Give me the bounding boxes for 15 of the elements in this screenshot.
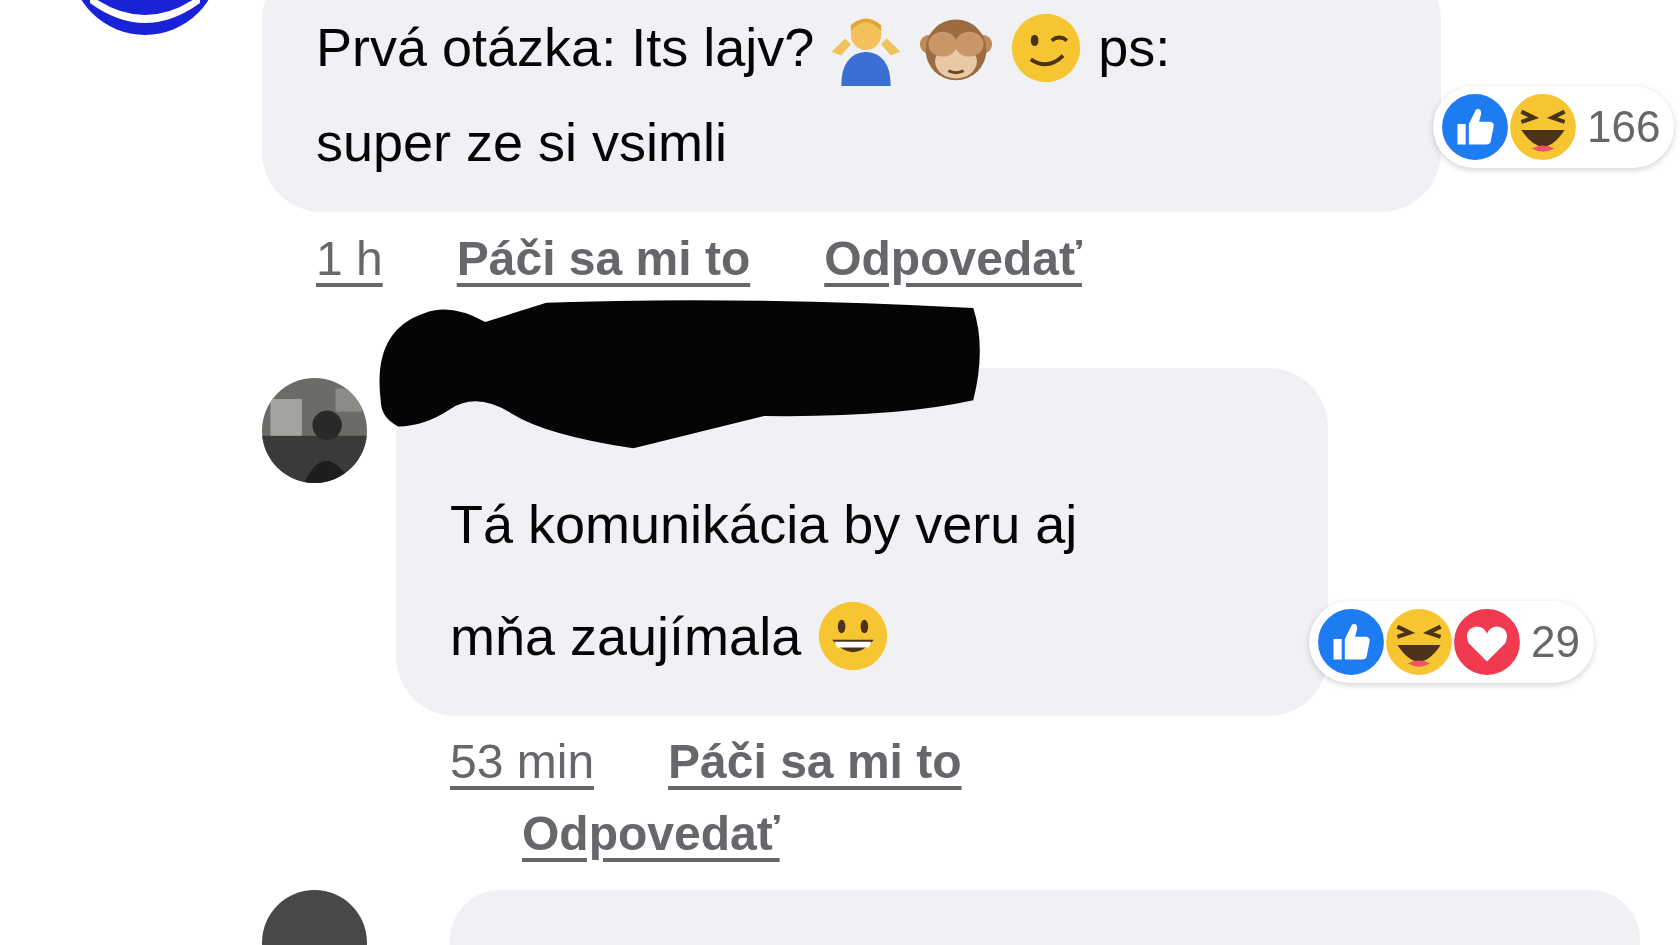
reaction-count: 166: [1587, 102, 1661, 152]
reply-link[interactable]: Odpovedať: [522, 798, 780, 870]
comment-text: Prvá otázka: Its lajv?: [316, 16, 815, 79]
comment-text: super ze si vsimli: [316, 111, 728, 174]
comment-text: Tá komunikácia by veru aj: [450, 493, 1078, 556]
like-link[interactable]: Páči sa mi to: [668, 726, 962, 798]
reply-link[interactable]: Odpovedať: [824, 228, 1082, 290]
timestamp-link[interactable]: 1 h: [316, 228, 383, 290]
like-link[interactable]: Páči sa mi to: [456, 228, 751, 290]
timestamp-link[interactable]: 53 min: [450, 726, 595, 798]
reaction-count: 29: [1531, 617, 1580, 667]
reaction-badge[interactable]: 166: [1433, 86, 1675, 168]
comment-text: mňa zaujímala: [450, 605, 802, 668]
comment-text: ps:: [1098, 16, 1171, 79]
reaction-badge[interactable]: 29: [1309, 601, 1594, 683]
